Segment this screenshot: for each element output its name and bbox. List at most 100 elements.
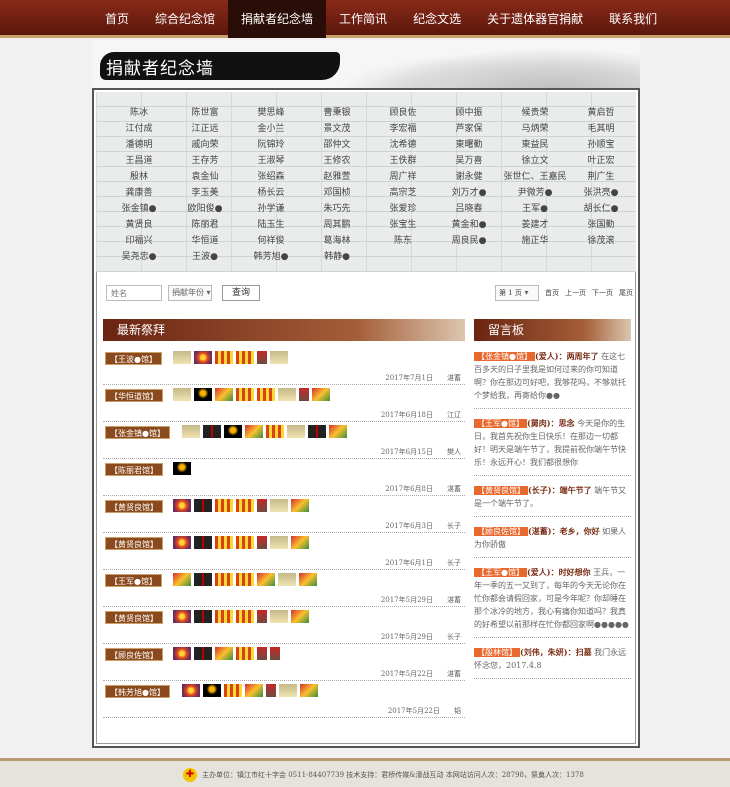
donor-name[interactable]: 张宝生: [370, 218, 436, 232]
donor-name[interactable]: 叶正宏: [568, 154, 634, 168]
donor-name[interactable]: 张爱珍: [370, 202, 436, 216]
donor-name[interactable]: 谢永健: [436, 170, 502, 184]
donor-name[interactable]: 孙顺宝: [568, 138, 634, 152]
hall-link[interactable]: 【陈丽君馆】: [105, 463, 163, 476]
donor-name[interactable]: 王昌道: [106, 154, 172, 168]
donor-name[interactable]: 王修农: [304, 154, 370, 168]
donor-name[interactable]: 東益民: [502, 138, 568, 152]
donor-name[interactable]: 樊思峰: [238, 106, 304, 120]
donor-name[interactable]: 東曙勤: [436, 138, 502, 152]
donor-name[interactable]: 黄贤良: [106, 218, 172, 232]
hall-link[interactable]: 【王波●馆】: [105, 352, 162, 365]
donor-name[interactable]: 曹秉银: [304, 106, 370, 120]
donor-name[interactable]: 金小兰: [238, 122, 304, 136]
donor-name[interactable]: 顾中振: [436, 106, 502, 120]
donor-name[interactable]: 邓国桢: [304, 186, 370, 200]
donor-name[interactable]: 吴尧忠●: [106, 250, 172, 264]
donor-name[interactable]: 何祥俊: [238, 234, 304, 248]
hall-link[interactable]: 【韩芳旭●馆】: [105, 685, 170, 698]
donor-name[interactable]: 黄启哲: [568, 106, 634, 120]
hall-link[interactable]: 【顾良佐馆】: [105, 648, 163, 661]
message-hall-link[interactable]: 【张金镇●馆】: [474, 352, 535, 361]
donor-name[interactable]: 张国勤: [568, 218, 634, 232]
donor-name[interactable]: 王存芳: [172, 154, 238, 168]
donor-name[interactable]: 袁金仙: [172, 170, 238, 184]
donor-name[interactable]: 吕晓春: [436, 202, 502, 216]
name-search-input[interactable]: [106, 285, 162, 301]
donor-name[interactable]: 陆玉生: [238, 218, 304, 232]
donor-name[interactable]: 周良民●: [436, 234, 502, 248]
donor-name[interactable]: 姜建才: [502, 218, 568, 232]
donor-name[interactable]: 刘万才●: [436, 186, 502, 200]
donor-name[interactable]: 江付成: [106, 122, 172, 136]
donor-name[interactable]: 李玉美: [172, 186, 238, 200]
message-hall-link[interactable]: 【王军●馆】: [474, 419, 527, 428]
donor-name[interactable]: 候贵荣: [502, 106, 568, 120]
hall-link[interactable]: 【王军●馆】: [105, 574, 162, 587]
nav-item[interactable]: 综合纪念馆: [142, 0, 228, 38]
nav-item[interactable]: 关于遗体器官捐献: [474, 0, 596, 38]
donor-name[interactable]: 沈希德: [370, 138, 436, 152]
donor-name[interactable]: 徐立文: [502, 154, 568, 168]
donor-name[interactable]: 戚向荣: [172, 138, 238, 152]
message-hall-link[interactable]: 【殷林馆】: [474, 648, 520, 657]
donor-name[interactable]: 陈冰: [106, 106, 172, 120]
donor-name[interactable]: 徐茂滚: [568, 234, 634, 248]
nav-item[interactable]: 纪念文选: [400, 0, 474, 38]
message-hall-link[interactable]: 【黄贤良馆】: [474, 486, 528, 495]
nav-item[interactable]: 工作简讯: [326, 0, 400, 38]
donor-name[interactable]: 陈丽君: [172, 218, 238, 232]
donor-name[interactable]: 欧阳俊●: [172, 202, 238, 216]
first-page-link[interactable]: 首页: [545, 288, 559, 298]
donor-name[interactable]: 景文茂: [304, 122, 370, 136]
donor-name[interactable]: 张绍森: [238, 170, 304, 184]
donor-name[interactable]: 吴万喜: [436, 154, 502, 168]
donor-name[interactable]: 马炳荣: [502, 122, 568, 136]
donor-name[interactable]: 张金镇●: [106, 202, 172, 216]
donor-name[interactable]: 陈世富: [172, 106, 238, 120]
donor-name[interactable]: 施正华: [502, 234, 568, 248]
donor-name[interactable]: 韩静●: [304, 250, 370, 264]
donor-name[interactable]: 赵雅萱: [304, 170, 370, 184]
search-button[interactable]: 查询: [222, 285, 260, 301]
next-page-link[interactable]: 下一页: [592, 288, 613, 298]
message-hall-link[interactable]: 【王军●馆】: [474, 568, 527, 577]
hall-link[interactable]: 【黄贤良馆】: [105, 611, 163, 624]
donor-name[interactable]: 殷林: [106, 170, 172, 184]
donor-name[interactable]: 陈东: [370, 234, 436, 248]
donor-name[interactable]: 尹微芳●: [502, 186, 568, 200]
nav-item[interactable]: 联系我们: [596, 0, 670, 38]
donor-name[interactable]: 周广祥: [370, 170, 436, 184]
donor-name[interactable]: 潘德明: [106, 138, 172, 152]
donor-name[interactable]: 王佚群: [370, 154, 436, 168]
donor-name[interactable]: 胡长仁●: [568, 202, 634, 216]
hall-link[interactable]: 【黄贤良馆】: [105, 537, 163, 550]
donor-name[interactable]: 张世仁、王嘉民: [502, 170, 568, 184]
donor-name[interactable]: 龚康善: [106, 186, 172, 200]
last-page-link[interactable]: 尾页: [619, 288, 633, 298]
donor-name[interactable]: 印福兴: [106, 234, 172, 248]
donor-name[interactable]: 顾良佐: [370, 106, 436, 120]
donor-name[interactable]: 韩芳旭●: [238, 250, 304, 264]
hall-link[interactable]: 【张金镇●馆】: [105, 426, 170, 439]
donor-name[interactable]: 邵仲文: [304, 138, 370, 152]
donor-name[interactable]: 毛其明: [568, 122, 634, 136]
donor-name[interactable]: 王军●: [502, 202, 568, 216]
nav-item[interactable]: 捐献者纪念墙: [228, 0, 327, 38]
donor-name[interactable]: 黄金和●: [436, 218, 502, 232]
donor-name[interactable]: 李宏福: [370, 122, 436, 136]
donor-name[interactable]: 孙学谦: [238, 202, 304, 216]
donor-name[interactable]: 朱巧先: [304, 202, 370, 216]
donor-name[interactable]: 江正远: [172, 122, 238, 136]
year-select[interactable]: 捐献年份 ▾: [168, 285, 212, 301]
donor-name[interactable]: 王淑琴: [238, 154, 304, 168]
donor-name[interactable]: 杨长云: [238, 186, 304, 200]
nav-item[interactable]: 首页: [92, 0, 142, 38]
donor-name[interactable]: 张洪亮●: [568, 186, 634, 200]
donor-name[interactable]: 华恒道: [172, 234, 238, 248]
hall-link[interactable]: 【华恒道馆】: [105, 389, 163, 402]
donor-name[interactable]: 葛海林: [304, 234, 370, 248]
donor-name[interactable]: 荆广生: [568, 170, 634, 184]
donor-name[interactable]: 芦家保: [436, 122, 502, 136]
donor-name[interactable]: 王波●: [172, 250, 238, 264]
